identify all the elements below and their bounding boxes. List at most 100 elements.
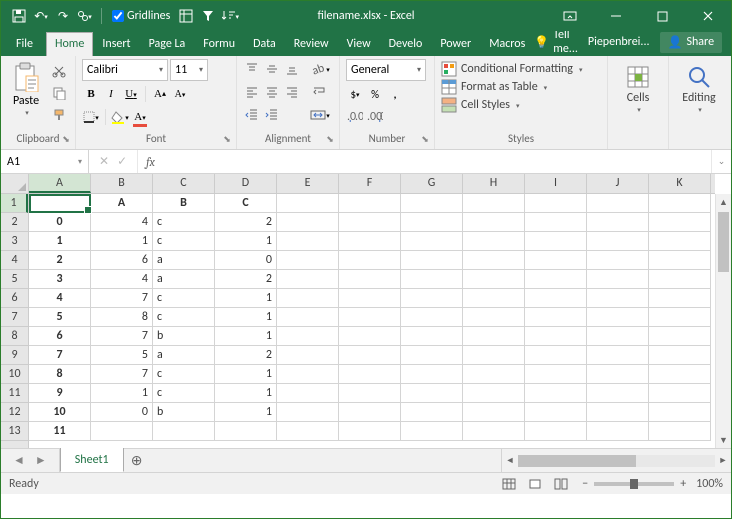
cell[interactable] xyxy=(339,251,401,270)
cell[interactable]: c xyxy=(153,289,215,308)
gridlines-checkbox[interactable]: Gridlines xyxy=(112,9,170,23)
undo-icon[interactable]: ↶▾ xyxy=(31,6,51,26)
paste-button[interactable]: Paste ▾ xyxy=(7,59,45,125)
cell[interactable] xyxy=(525,346,587,365)
column-header[interactable]: B xyxy=(91,174,153,193)
cell[interactable] xyxy=(277,365,339,384)
cell[interactable] xyxy=(339,422,401,441)
cell[interactable]: 10 xyxy=(29,403,91,422)
zoom-slider[interactable] xyxy=(594,482,674,486)
tab-data[interactable]: Data xyxy=(244,32,285,56)
format-painter-icon[interactable] xyxy=(49,105,69,125)
cell[interactable] xyxy=(153,422,215,441)
cell[interactable]: A xyxy=(91,194,153,213)
decrease-decimal-icon[interactable]: .00.0 xyxy=(366,107,384,127)
cell[interactable] xyxy=(587,422,649,441)
cell[interactable] xyxy=(463,346,525,365)
enter-formula-icon[interactable]: ✓ xyxy=(117,154,127,169)
cell[interactable]: 2 xyxy=(215,270,277,289)
cell[interactable]: 8 xyxy=(29,365,91,384)
expand-formula-icon[interactable]: ⌄ xyxy=(711,150,731,173)
cell[interactable] xyxy=(525,308,587,327)
cell[interactable] xyxy=(401,251,463,270)
username[interactable]: Piepenbrei... xyxy=(588,35,650,49)
bold-icon[interactable]: B xyxy=(82,84,100,104)
cell[interactable] xyxy=(401,327,463,346)
cell[interactable]: 0 xyxy=(91,403,153,422)
cell[interactable] xyxy=(401,232,463,251)
view-pagelayout-icon[interactable] xyxy=(524,476,546,492)
cell[interactable] xyxy=(339,213,401,232)
tab-file[interactable]: File xyxy=(7,32,42,56)
cell[interactable] xyxy=(649,384,711,403)
cell[interactable] xyxy=(649,289,711,308)
cell[interactable] xyxy=(463,384,525,403)
sheet-prev-icon[interactable]: ◄ xyxy=(13,453,25,468)
cell[interactable] xyxy=(649,346,711,365)
row-header[interactable]: 6 xyxy=(1,289,28,308)
view-normal-icon[interactable] xyxy=(498,476,520,492)
cell[interactable] xyxy=(277,384,339,403)
conditional-formatting-button[interactable]: Conditional Formatting▾ xyxy=(441,61,601,77)
cell[interactable] xyxy=(401,403,463,422)
share-button[interactable]: 👤Share xyxy=(660,32,723,53)
view-pagebreak-icon[interactable] xyxy=(550,476,572,492)
copy-icon[interactable] xyxy=(49,83,69,103)
cell[interactable]: 7 xyxy=(91,365,153,384)
cell[interactable] xyxy=(463,403,525,422)
cell[interactable] xyxy=(401,346,463,365)
tab-view[interactable]: View xyxy=(338,32,380,56)
increase-indent-icon[interactable] xyxy=(263,105,281,125)
row-header[interactable]: 13 xyxy=(1,422,28,441)
cell[interactable] xyxy=(525,232,587,251)
cell[interactable]: c xyxy=(153,213,215,232)
cell[interactable] xyxy=(339,308,401,327)
cell[interactable] xyxy=(649,327,711,346)
row-header[interactable]: 2 xyxy=(1,213,28,232)
cell[interactable]: 1 xyxy=(215,289,277,308)
cell[interactable] xyxy=(649,308,711,327)
row-header[interactable]: 1 xyxy=(1,194,28,213)
cell[interactable] xyxy=(401,270,463,289)
cell[interactable]: 1 xyxy=(215,308,277,327)
cell[interactable]: 4 xyxy=(91,213,153,232)
column-header[interactable]: A xyxy=(29,174,91,193)
cell[interactable] xyxy=(525,194,587,213)
editing-button[interactable]: Editing▾ xyxy=(675,59,723,114)
tab-formulas[interactable]: Formu xyxy=(194,32,244,56)
comma-icon[interactable]: , xyxy=(386,84,404,104)
cell[interactable] xyxy=(649,213,711,232)
sort-icon[interactable]: ▾ xyxy=(220,6,240,26)
alignment-launcher-icon[interactable]: ⬊ xyxy=(324,134,336,146)
column-header[interactable]: K xyxy=(649,174,711,193)
column-header[interactable]: F xyxy=(339,174,401,193)
cell[interactable]: C xyxy=(215,194,277,213)
sheet-next-icon[interactable]: ► xyxy=(35,453,47,468)
cell[interactable] xyxy=(215,422,277,441)
add-sheet-icon[interactable]: ⊕ xyxy=(124,449,150,472)
column-header[interactable]: C xyxy=(153,174,215,193)
align-middle-icon[interactable] xyxy=(263,59,281,79)
scroll-thumb[interactable] xyxy=(718,212,729,272)
column-header[interactable]: H xyxy=(463,174,525,193)
freeze-icon[interactable] xyxy=(176,6,196,26)
cell[interactable] xyxy=(525,422,587,441)
currency-icon[interactable]: $▾ xyxy=(346,84,364,104)
cell[interactable] xyxy=(401,422,463,441)
tab-pagelayout[interactable]: Page La xyxy=(140,32,195,56)
cell[interactable] xyxy=(649,251,711,270)
cell[interactable] xyxy=(277,213,339,232)
cell[interactable] xyxy=(587,346,649,365)
cell[interactable]: 9 xyxy=(29,384,91,403)
align-right-icon[interactable] xyxy=(283,82,301,102)
cell[interactable] xyxy=(463,270,525,289)
italic-icon[interactable]: I xyxy=(102,84,120,104)
cell[interactable] xyxy=(463,289,525,308)
cell[interactable] xyxy=(277,403,339,422)
zoom-out-icon[interactable]: − xyxy=(582,477,588,491)
cell-styles-button[interactable]: Cell Styles▾ xyxy=(441,97,601,113)
filter-icon[interactable] xyxy=(198,6,218,26)
cell[interactable]: 1 xyxy=(29,232,91,251)
cell[interactable] xyxy=(401,308,463,327)
cell[interactable]: 5 xyxy=(91,346,153,365)
